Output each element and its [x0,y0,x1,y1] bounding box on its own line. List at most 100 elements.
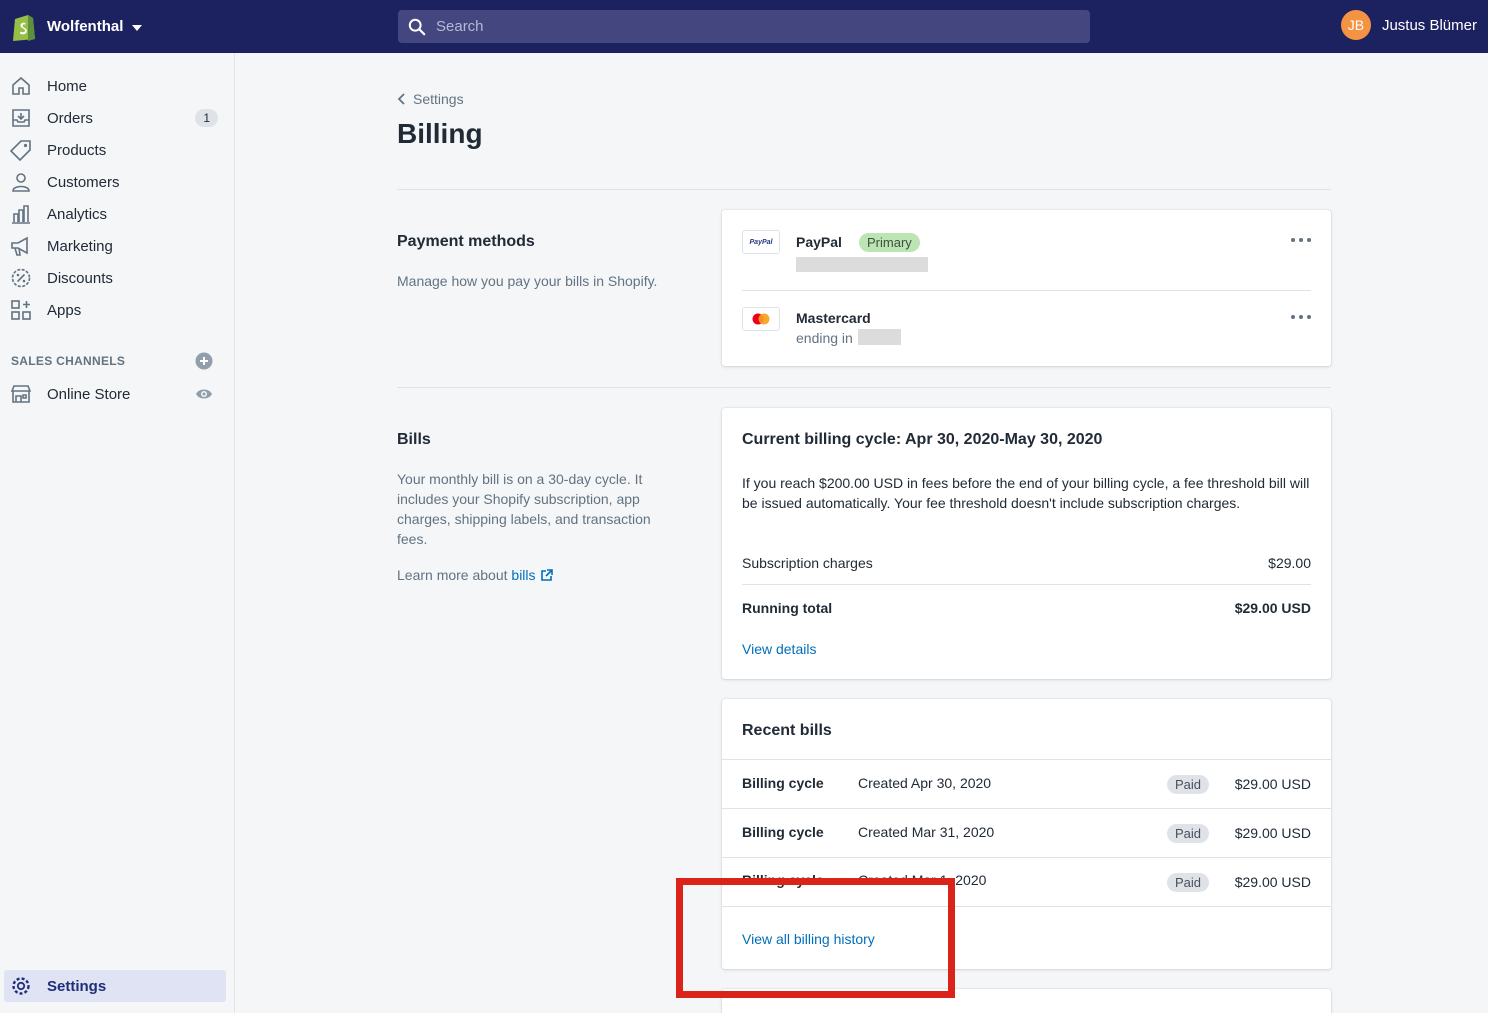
subscription-charges-value: $29.00 [1268,555,1311,571]
sidebar-item-label: Customers [47,173,120,191]
current-billing-card: Current billing cycle: Apr 30, 2020-May … [722,408,1331,679]
running-total-value: $29.00 USD [1234,600,1311,616]
running-total-label: Running total [742,600,833,616]
sidebar-item-label: Settings [47,977,107,995]
shopify-logo-icon [13,14,35,41]
payment-methods-card: PayPal PayPal Primary Mastercard ending … [722,210,1331,366]
payment-methods-description: Manage how you pay your bills in Shopify… [397,273,658,289]
table-row[interactable]: Billing cycle Created Mar 1, 2020 Paid $… [722,858,1331,907]
store-switcher[interactable]: Wolfenthal [0,0,398,53]
bill-date: Created Apr 30, 2020 [858,775,992,791]
table-row[interactable]: Billing cycle Created Apr 30, 2020 Paid … [722,760,1331,809]
sidebar-item-label: Online Store [47,385,131,403]
sales-channels-heading: SALES CHANNELS [11,354,126,368]
sidebar-item-label: Apps [47,301,82,319]
sidebar-item-label: Products [47,141,107,159]
bill-amount: $29.00 USD [1234,825,1311,841]
megaphone-icon [11,236,28,256]
mastercard-logo [752,313,770,325]
sidebar: Home Orders 1 Products Customers Analyti… [0,53,235,1013]
avatar: JB [1340,10,1371,40]
home-icon [12,76,30,95]
table-row[interactable]: Billing cycle Created Mar 31, 2020 Paid … [722,809,1331,858]
sidebar-item-label: Analytics [47,205,108,223]
recent-bills-heading: Recent bills [742,722,832,739]
payment-method-name: Mastercard [796,310,871,326]
search-input[interactable] [436,18,1036,35]
bills-description: Your monthly bill is on a 30-day cycle. … [397,471,651,547]
tag-icon [10,140,31,161]
sidebar-item-analytics[interactable]: Analytics [0,198,234,230]
redacted-email [796,257,928,272]
status-badge: Paid [1167,775,1210,794]
breadcrumb-label: Settings [413,91,464,107]
bill-amount: $29.00 USD [1234,776,1311,792]
divider [397,189,1331,190]
sidebar-item-marketing[interactable]: Marketing [0,230,234,262]
discount-icon [11,268,31,288]
billing-cycle-heading: Current billing cycle: Apr 30, 2020-May … [742,431,1103,448]
search-icon [408,18,426,35]
primary-badge: Primary [859,233,920,252]
user-name: Justus Blümer [1381,16,1477,34]
user-menu[interactable]: JB Justus Blümer [1340,10,1477,40]
sidebar-item-apps[interactable]: Apps [0,294,234,326]
bill-date: Created Mar 31, 2020 [858,824,995,840]
learn-more-prefix: Learn more about [397,567,512,583]
sidebar-item-online-store[interactable]: Online Store [0,378,234,410]
view-all-billing-history-link[interactable]: View all billing history [742,931,875,947]
more-actions-button[interactable] [1291,312,1311,322]
bill-amount: $29.00 USD [1234,874,1311,890]
redacted-card-digits [858,329,901,345]
mastercard-icon [742,307,780,331]
sidebar-item-label: Orders [47,109,93,127]
eye-icon[interactable] [195,385,213,403]
sidebar-item-customers[interactable]: Customers [0,166,234,198]
divider [742,584,1311,585]
apps-icon [11,300,31,320]
paypal-logo-text: PayPal [749,238,773,246]
more-actions-button[interactable] [1291,235,1311,245]
subscription-charges-label: Subscription charges [742,555,873,571]
bill-type: Billing cycle [742,872,824,888]
card-ending-label: ending in [796,330,853,346]
bill-date: Created Mar 1, 2020 [858,872,987,888]
sidebar-item-products[interactable]: Products [0,134,234,166]
sidebar-item-label: Home [47,77,88,95]
status-badge: Paid [1167,873,1210,892]
breadcrumb[interactable]: Settings [397,91,464,107]
payment-method-name: PayPal [796,234,842,250]
sidebar-item-discounts[interactable]: Discounts [0,262,234,294]
store-name: Wolfenthal [47,18,124,35]
sidebar-item-orders[interactable]: Orders 1 [0,102,234,134]
sidebar-item-label: Marketing [47,237,113,255]
sidebar-item-home[interactable]: Home [0,70,234,102]
top-bar: Wolfenthal JB Justus Blümer [0,0,1488,53]
bills-help-link[interactable]: bills [511,567,535,583]
paypal-icon: PayPal [742,230,780,254]
learn-more-text: Learn more about bills [397,565,682,585]
divider [722,906,1331,907]
page-title: Billing [397,118,483,149]
chevron-left-icon [397,93,405,105]
person-icon [12,173,30,192]
orders-icon [12,109,30,127]
search-bar[interactable] [398,10,1090,43]
sidebar-item-settings[interactable]: Settings [4,970,226,1002]
sidebar-item-label: Discounts [47,269,113,287]
status-badge: Paid [1167,824,1210,843]
store-icon [10,385,32,403]
recent-bills-card: Recent bills Billing cycle Created Apr 3… [722,699,1331,969]
divider [742,290,1311,291]
bills-heading: Bills [397,431,431,448]
fee-threshold-notice: If you reach $200.00 USD in fees before … [742,475,1310,511]
bill-type: Billing cycle [742,775,824,791]
bar-chart-icon [12,205,30,224]
bill-type: Billing cycle [742,824,824,840]
divider [397,387,1331,388]
next-card [722,989,1331,1013]
view-details-link[interactable]: View details [742,641,816,657]
add-circle-icon[interactable] [195,352,213,370]
caret-down-icon [132,24,143,31]
external-link-icon[interactable] [541,569,554,581]
